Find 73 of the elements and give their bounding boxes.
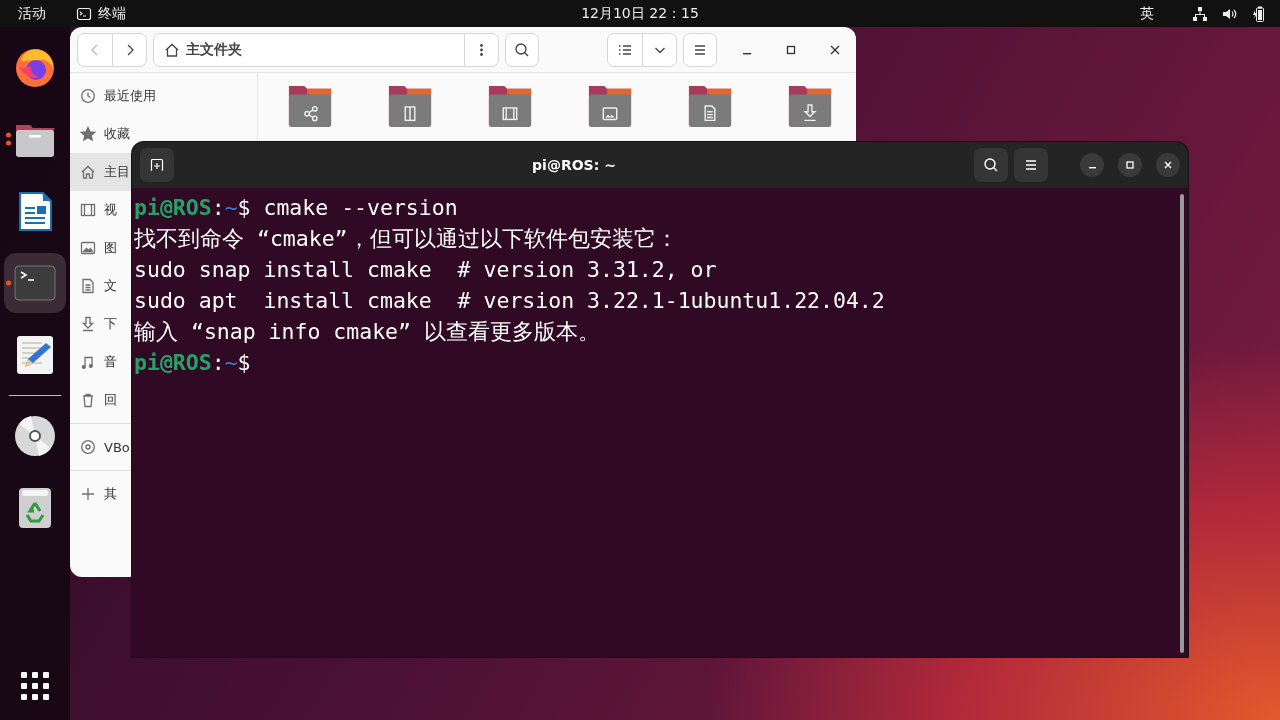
sidebar-item[interactable]: 音 (70, 343, 119, 381)
sidebar-label: 图 (104, 239, 117, 257)
folder-icon[interactable] (386, 83, 434, 129)
minimize-icon (743, 52, 751, 55)
sidebar-label: 文 (104, 277, 117, 295)
minimize-button[interactable] (1080, 153, 1104, 177)
scrollbar[interactable] (1180, 194, 1184, 653)
output-line: sudo apt install cmake # version 3.22.1-1ubuntu1.22.04.2 (134, 287, 886, 315)
prompt-line: pi@ROS:~$ cmake --version (134, 194, 459, 222)
search-icon (983, 157, 999, 173)
document-icon (80, 278, 96, 294)
activities-label[interactable]: 活动 (18, 4, 46, 23)
menu-icon (1023, 157, 1039, 173)
search-button[interactable] (505, 32, 539, 67)
path-label[interactable]: 主文件夹 (186, 40, 242, 59)
app-grid-icon[interactable] (19, 670, 51, 702)
sidebar-item[interactable]: 文 (70, 267, 119, 305)
folder-icon[interactable] (786, 83, 834, 129)
sidebar-item[interactable]: 回 (70, 381, 119, 419)
clock[interactable]: 12月10日 22：15 (581, 4, 699, 23)
film-icon (80, 202, 96, 218)
sidebar-label: 音 (104, 353, 117, 371)
sidebar-item[interactable]: 图 (70, 229, 119, 267)
clock-icon (80, 88, 96, 104)
path-bar[interactable]: 主文件夹 (153, 32, 499, 67)
sidebar-item[interactable]: 其 (70, 475, 119, 513)
sidebar-item[interactable]: 最近使用 (70, 77, 158, 115)
search-icon (514, 41, 530, 58)
disc-icon (80, 439, 96, 455)
plus-icon (80, 486, 96, 502)
download-icon (80, 316, 96, 332)
sidebar-label: 主目 (104, 163, 130, 181)
home-icon (164, 41, 180, 58)
new-tab-button[interactable] (140, 148, 174, 182)
output-line: sudo snap install cmake # version 3.31.2, or (134, 256, 718, 284)
new-tab-icon (149, 157, 165, 173)
sidebar-label: 最近使用 (104, 87, 156, 105)
sidebar-item[interactable]: 收藏 (70, 115, 132, 153)
terminal-icon (76, 5, 92, 22)
output-line: 找不到命令 “cmake”，但可以通过以下软件包安装它： (134, 225, 679, 253)
music-note-icon (80, 354, 96, 370)
network-icon[interactable] (1192, 5, 1208, 22)
folder-icon[interactable] (286, 83, 334, 129)
sidebar-item[interactable]: 主目 (70, 153, 132, 191)
folder-icon[interactable] (686, 83, 734, 129)
disc-icon (13, 414, 57, 458)
image-icon (80, 240, 96, 256)
sidebar-label: 下 (104, 315, 117, 333)
home-icon (80, 164, 96, 180)
folder-icon[interactable] (586, 83, 634, 129)
output-line: 输入 “snap info cmake” 以查看更多版本。 (134, 318, 601, 346)
sidebar-label: 收藏 (104, 125, 130, 143)
app-menu-label[interactable]: 终端 (98, 4, 126, 23)
more-icon (480, 43, 483, 56)
sidebar-label: VBo (104, 439, 130, 455)
sidebar-item[interactable]: VBo (70, 428, 132, 466)
main-menu-button[interactable] (683, 32, 717, 67)
trash-icon (80, 392, 96, 408)
menu-button[interactable] (1014, 148, 1048, 182)
sidebar-label: 其 (104, 485, 117, 503)
close-button[interactable] (1156, 153, 1180, 177)
input-method-indicator[interactable]: 英 (1140, 4, 1154, 23)
minimize-icon (1088, 166, 1096, 169)
maximize-button[interactable] (1118, 153, 1142, 177)
sidebar-label: 视 (104, 201, 117, 219)
folder-icon[interactable] (486, 83, 534, 129)
star-icon (80, 126, 96, 142)
sidebar-item[interactable]: 下 (70, 305, 119, 343)
sidebar-item[interactable]: 视 (70, 191, 119, 229)
prompt-line: pi@ROS:~$ (134, 349, 252, 377)
sidebar-label: 回 (104, 391, 117, 409)
window-title: pi@ROS: ~ (531, 157, 617, 173)
search-button[interactable] (974, 148, 1008, 182)
